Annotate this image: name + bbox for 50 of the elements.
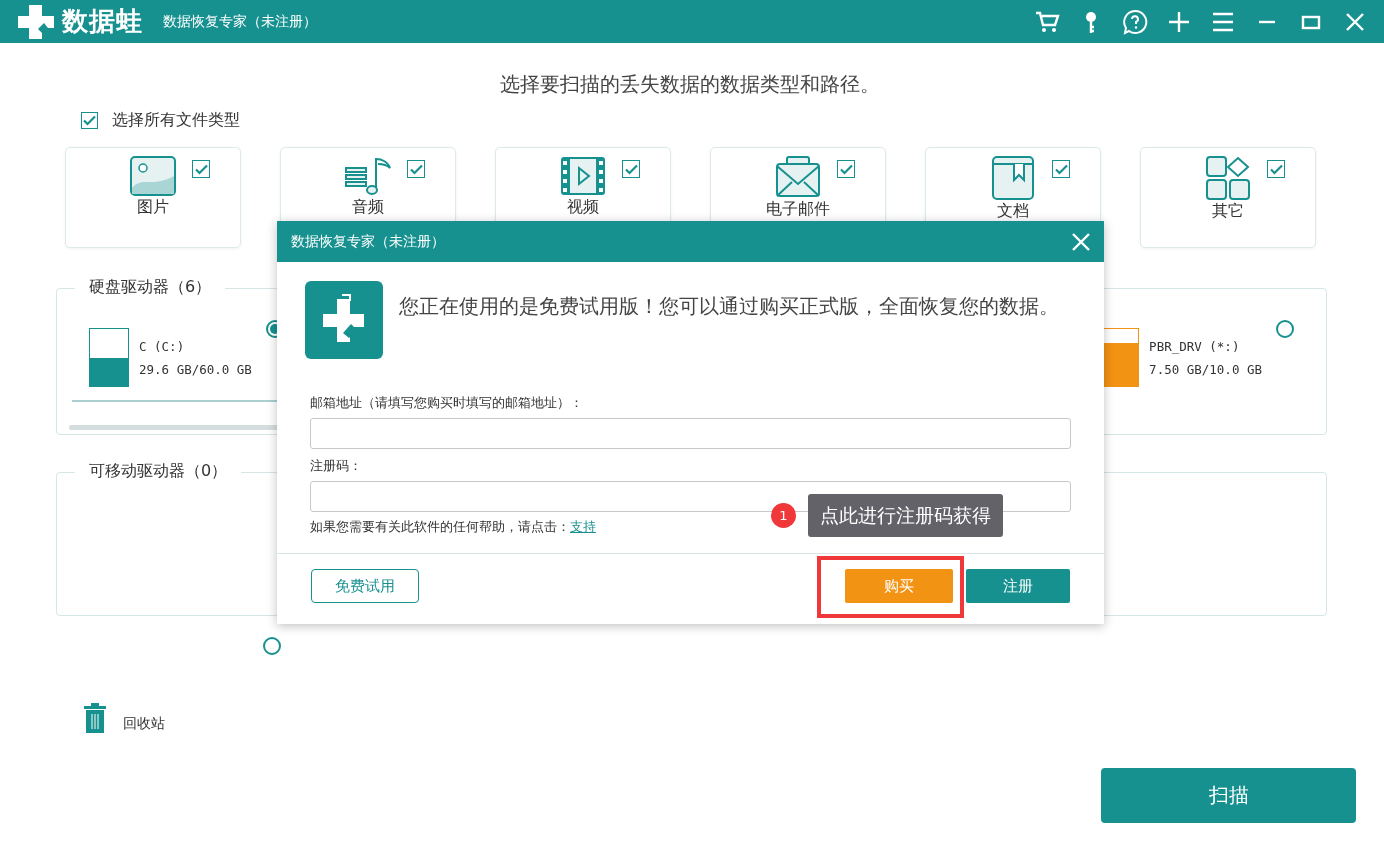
logo-icon [305, 281, 383, 359]
file-type-label: 视频 [567, 198, 599, 216]
film-icon [560, 156, 606, 196]
book-icon [992, 156, 1034, 200]
file-type-card[interactable]: 图片 [65, 147, 241, 248]
recycle-bin-radio[interactable] [263, 637, 281, 655]
file-type-checkbox[interactable] [1267, 160, 1285, 178]
file-type-label: 文档 [997, 202, 1029, 220]
drive-name: PBR_DRV (*:) [1149, 338, 1241, 354]
grid-shapes-icon [1206, 156, 1250, 200]
window-title: 数据恢复专家（未注册） [163, 12, 317, 31]
drive-size: 7.50 GB/10.0 GB [1149, 361, 1262, 377]
logo-text: 数据蛙 [62, 5, 143, 38]
image-icon [130, 156, 176, 196]
drive-name: C (C:) [139, 338, 186, 354]
file-type-label: 图片 [137, 198, 169, 216]
file-type-checkbox[interactable] [1052, 160, 1070, 178]
file-type-checkbox[interactable] [622, 160, 640, 178]
file-type-card[interactable]: 其它 [1140, 147, 1316, 248]
drive-radio[interactable] [1276, 320, 1294, 338]
support-link[interactable]: 支持 [570, 519, 596, 534]
file-type-label: 其它 [1212, 202, 1244, 220]
recycle-bin-label: 回收站 [123, 715, 165, 733]
file-type-checkbox[interactable] [192, 160, 210, 178]
dialog-title: 数据恢复专家（未注册） [291, 232, 445, 251]
email-field[interactable] [310, 418, 1071, 449]
trial-message: 您正在使用的是免费试用版！您可以通过购买正式版，全面恢复您的数据。 [399, 293, 1060, 320]
help-icon[interactable] [1122, 8, 1148, 35]
file-type-label: 电子邮件 [766, 200, 830, 218]
envelope-icon [775, 156, 821, 198]
trash-icon [83, 703, 107, 733]
trial-button[interactable]: 免费试用 [311, 569, 419, 603]
drive-size: 29.6 GB/60.0 GB [139, 361, 252, 377]
file-type-checkbox[interactable] [837, 160, 855, 178]
tooltip: 点此进行注册码获得 [808, 494, 1003, 537]
file-type-checkbox[interactable] [407, 160, 425, 178]
help-text: 如果您需要有关此软件的任何帮助，请点击：支持 [310, 518, 597, 536]
drive-icon [89, 328, 129, 387]
register-button[interactable]: 注册 [966, 569, 1070, 603]
music-note-icon [344, 156, 392, 196]
close-icon[interactable] [1072, 232, 1090, 251]
select-all-checkbox[interactable] [81, 112, 98, 129]
group-title: 硬盘驱动器（6） [75, 277, 226, 298]
scan-button[interactable]: 扫描 [1101, 768, 1356, 823]
select-all-label: 选择所有文件类型 [112, 110, 240, 131]
email-label: 邮箱地址（请填写您购买时填写的邮箱地址）： [310, 394, 584, 412]
code-label: 注册码： [310, 457, 363, 475]
group-title: 可移动驱动器（0） [75, 461, 242, 482]
file-type-label: 音频 [352, 198, 384, 216]
page-heading: 选择要扫描的丢失数据的数据类型和路径。 [499, 71, 881, 98]
